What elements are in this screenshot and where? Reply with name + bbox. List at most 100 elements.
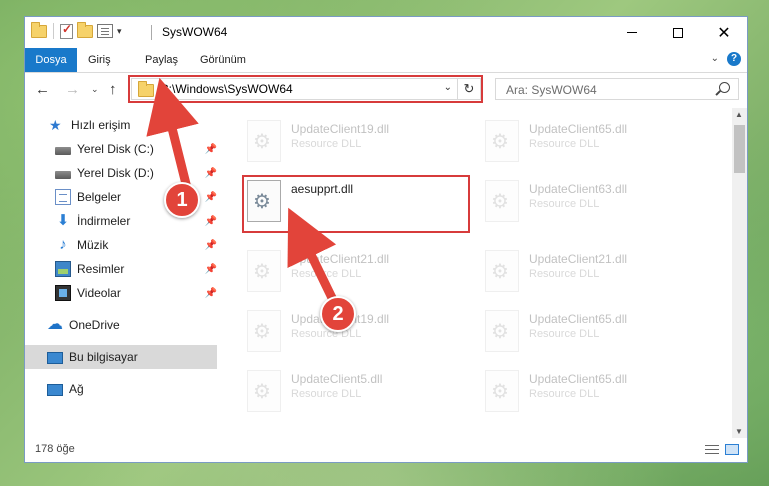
file-item[interactable]: UpdateClient21.dll Resource DLL bbox=[247, 248, 477, 304]
file-name: UpdateClient65.dll bbox=[529, 122, 628, 136]
pin-icon[interactable]: 📌 bbox=[205, 240, 217, 251]
pin-icon[interactable]: 📌 bbox=[205, 288, 217, 299]
customize-toolbar-icon[interactable]: ▾ bbox=[117, 26, 122, 37]
sidebar-item-label: Müzik bbox=[77, 238, 109, 252]
sidebar-item-quick-access[interactable]: ★ Hızlı erişim bbox=[25, 113, 217, 137]
tab-home[interactable]: Giriş bbox=[88, 48, 111, 72]
folder-icon[interactable] bbox=[31, 21, 47, 38]
tab-share[interactable]: Paylaş bbox=[145, 48, 178, 72]
title-divider bbox=[151, 25, 152, 40]
folder-icon bbox=[138, 81, 154, 97]
navigation-pane: ★ Hızlı erişim Yerel Disk (C:) 📌 Yerel D… bbox=[25, 113, 217, 423]
title-bar: ▾ SysWOW64 ✕ bbox=[25, 17, 747, 48]
properties-icon[interactable] bbox=[97, 24, 113, 38]
file-name: UpdateClient65.dll bbox=[529, 312, 628, 326]
pin-icon[interactable]: 📌 bbox=[205, 264, 217, 275]
scroll-up-icon[interactable]: ▲ bbox=[735, 110, 743, 119]
quick-access-toolbar: ▾ bbox=[31, 21, 122, 39]
up-button[interactable]: ↑ bbox=[109, 81, 117, 98]
sidebar-item-label: Ağ bbox=[69, 382, 84, 396]
sidebar-item-label: Yerel Disk (D:) bbox=[77, 166, 154, 180]
item-count: 178 öğe bbox=[35, 443, 75, 455]
sidebar-item-label: Bu bilgisayar bbox=[69, 350, 138, 364]
file-item[interactable]: UpdateClient19.dll Resource DLL bbox=[247, 308, 477, 364]
file-type: Resource DLL bbox=[529, 198, 600, 210]
dll-file-icon bbox=[485, 250, 519, 292]
address-bar[interactable]: C:\Windows\SysWOW64 ⌄ ↻ bbox=[131, 78, 481, 100]
sidebar-item-label: Resimler bbox=[77, 262, 125, 276]
dll-file-icon bbox=[247, 120, 281, 162]
pin-icon[interactable]: 📌 bbox=[205, 216, 217, 227]
file-item[interactable]: UpdateClient21.dll Resource DLL bbox=[485, 248, 715, 304]
file-type: Resource DLL bbox=[291, 138, 362, 150]
sidebar-item-label: Belgeler bbox=[77, 190, 122, 204]
sidebar-item-label: İndirmeler bbox=[77, 214, 131, 228]
tab-view[interactable]: Görünüm bbox=[200, 48, 246, 72]
dll-file-icon bbox=[247, 370, 281, 412]
maximize-button[interactable] bbox=[655, 17, 701, 48]
back-button[interactable]: ← bbox=[35, 81, 50, 98]
expand-ribbon-icon[interactable]: ⌄ bbox=[711, 53, 719, 64]
file-name: UpdateClient65.dll bbox=[529, 372, 628, 386]
sidebar-item-this-pc[interactable]: Bu bilgisayar bbox=[25, 345, 217, 369]
search-box[interactable] bbox=[495, 78, 739, 100]
window-title: SysWOW64 bbox=[162, 25, 228, 39]
file-item[interactable]: UpdateClient19.dll Resource DLL bbox=[247, 118, 477, 174]
scroll-down-icon[interactable]: ▼ bbox=[735, 427, 743, 436]
dll-file-icon bbox=[485, 180, 519, 222]
tiles-view-icon[interactable] bbox=[725, 444, 739, 455]
forward-button[interactable]: → bbox=[65, 81, 80, 98]
address-path[interactable]: C:\Windows\SysWOW64 bbox=[160, 82, 293, 96]
address-dropdown-icon[interactable]: ⌄ bbox=[444, 82, 452, 93]
details-view-icon[interactable] bbox=[705, 444, 719, 455]
file-name: UpdateClient21.dll bbox=[529, 252, 628, 266]
search-input[interactable] bbox=[504, 82, 708, 98]
sidebar-item-onedrive[interactable]: ☁ OneDrive bbox=[25, 313, 217, 337]
network-icon bbox=[47, 384, 63, 396]
navigation-bar: ← → ⌄ ↑ C:\Windows\SysWOW64 ⌄ ↻ bbox=[25, 73, 747, 107]
file-type: Resource DLL bbox=[529, 138, 600, 150]
properties-check-icon[interactable] bbox=[60, 22, 73, 39]
sidebar-item-music[interactable]: ♪ Müzik 📌 bbox=[25, 233, 217, 257]
vertical-scrollbar[interactable]: ▲ ▼ bbox=[732, 108, 747, 438]
sidebar-item-local-disk-d[interactable]: Yerel Disk (D:) 📌 bbox=[25, 161, 217, 185]
disk-icon bbox=[55, 147, 71, 155]
help-icon[interactable]: ? bbox=[727, 52, 741, 66]
sidebar-item-pictures[interactable]: Resimler 📌 bbox=[25, 257, 217, 281]
pin-icon[interactable]: 📌 bbox=[205, 192, 217, 203]
cloud-icon: ☁ bbox=[47, 316, 63, 333]
computer-icon bbox=[47, 352, 63, 364]
file-item[interactable]: UpdateClient65.dll Resource DLL bbox=[485, 308, 715, 364]
recent-locations-icon[interactable]: ⌄ bbox=[91, 84, 99, 95]
close-button[interactable]: ✕ bbox=[701, 17, 747, 48]
pictures-icon bbox=[55, 261, 71, 277]
pin-icon[interactable]: 📌 bbox=[205, 168, 217, 179]
pin-icon[interactable]: 📌 bbox=[205, 144, 217, 155]
music-icon: ♪ bbox=[59, 236, 67, 253]
star-icon: ★ bbox=[49, 117, 62, 133]
file-item[interactable]: UpdateClient65.dll Resource DLL bbox=[485, 118, 715, 174]
sidebar-item-local-disk-c[interactable]: Yerel Disk (C:) 📌 bbox=[25, 137, 217, 161]
download-icon: ⬇ bbox=[56, 212, 70, 229]
minimize-icon bbox=[627, 32, 637, 33]
sidebar-item-label: Hızlı erişim bbox=[71, 118, 131, 132]
minimize-button[interactable] bbox=[609, 17, 655, 48]
scrollbar-thumb[interactable] bbox=[734, 125, 745, 173]
dll-file-icon bbox=[485, 310, 519, 352]
file-item[interactable]: UpdateClient5.dll Resource DLL bbox=[247, 368, 477, 424]
file-name: UpdateClient63.dll bbox=[529, 182, 628, 196]
new-folder-icon[interactable] bbox=[77, 21, 93, 38]
dll-file-icon bbox=[485, 370, 519, 412]
sidebar-item-label: OneDrive bbox=[69, 318, 120, 332]
tab-file[interactable]: Dosya bbox=[25, 48, 77, 72]
search-icon[interactable] bbox=[719, 82, 730, 93]
file-item[interactable]: UpdateClient65.dll Resource DLL bbox=[485, 368, 715, 424]
sidebar-item-videos[interactable]: Videolar 📌 bbox=[25, 281, 217, 305]
callout-step-1: 1 bbox=[164, 182, 200, 218]
sidebar-item-network[interactable]: Ağ bbox=[25, 377, 217, 401]
dll-file-icon bbox=[247, 250, 281, 292]
file-item[interactable]: UpdateClient63.dll Resource DLL bbox=[485, 178, 715, 234]
file-name: UpdateClient5.dll bbox=[291, 372, 383, 386]
file-item-aesupprt[interactable]: aesupprt.dll bbox=[247, 178, 477, 234]
refresh-button[interactable]: ↻ bbox=[457, 79, 480, 99]
